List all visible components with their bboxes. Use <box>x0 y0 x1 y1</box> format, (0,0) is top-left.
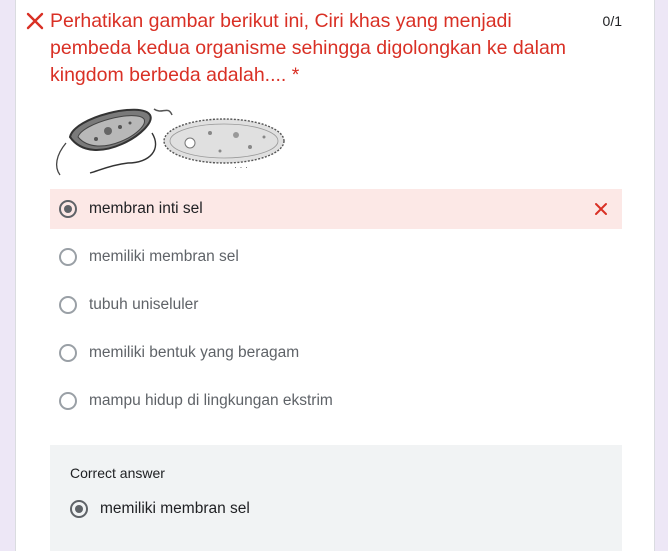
radio-unselected[interactable] <box>59 392 77 410</box>
option-row[interactable]: memiliki membran sel <box>50 237 622 277</box>
radio-selected[interactable] <box>59 200 77 218</box>
question-image: · · · <box>50 97 290 179</box>
radio-unselected[interactable] <box>59 296 77 314</box>
incorrect-x-icon <box>595 203 607 215</box>
option-row[interactable]: mampu hidup di lingkungan ekstrim <box>50 381 622 421</box>
question-score: 0/1 <box>602 13 622 29</box>
svg-text:· · ·: · · · <box>234 162 248 172</box>
bacterium-illustration <box>55 108 173 176</box>
option-label: membran inti sel <box>89 200 203 217</box>
option-label: memiliki membran sel <box>89 248 239 265</box>
correct-answer-heading: Correct answer <box>70 465 165 481</box>
correct-answer-option: memiliki membran sel <box>70 497 250 521</box>
option-row[interactable]: memiliki bentuk yang beragam <box>50 333 622 373</box>
radio-unselected[interactable] <box>59 344 77 362</box>
option-label: memiliki bentuk yang beragam <box>89 344 300 361</box>
option-label: mampu hidup di lingkungan ekstrim <box>89 392 333 409</box>
radio-selected <box>70 500 88 518</box>
option-row[interactable]: membran inti sel <box>50 189 622 229</box>
question-card: Perhatikan gambar berikut ini, Ciri khas… <box>15 0 655 551</box>
radio-unselected[interactable] <box>59 248 77 266</box>
correct-answer-panel: Correct answer memiliki membran sel <box>50 445 622 551</box>
correct-answer-label: memiliki membran sel <box>100 500 250 517</box>
question-title: Perhatikan gambar berikut ini, Ciri khas… <box>50 10 567 86</box>
option-label: tubuh uniseluler <box>89 296 199 313</box>
option-row[interactable]: tubuh uniseluler <box>50 285 622 325</box>
paramecium-illustration: · · · <box>163 118 285 172</box>
wrong-x-icon <box>26 12 44 30</box>
